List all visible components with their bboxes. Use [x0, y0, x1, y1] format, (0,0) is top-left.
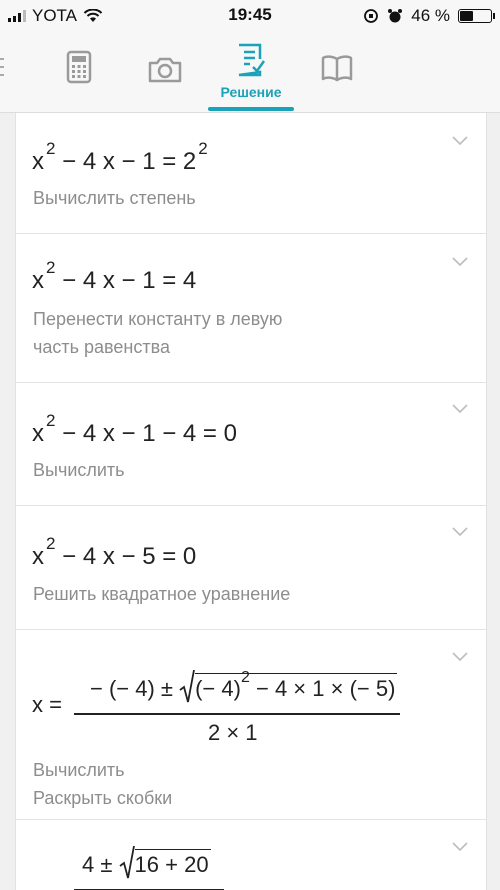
radicand: 16 + 20 [134, 849, 211, 877]
radicand-term: − 4 × 1 × (− 5) [249, 676, 396, 701]
calculator-icon[interactable] [66, 50, 92, 84]
step-equation: x2 − 4 x − 1 = 4 [32, 258, 197, 295]
chevron-down-icon[interactable] [452, 652, 468, 662]
step-description: Перенести константу в левую часть равенс… [33, 305, 282, 361]
eq-term: x [32, 543, 44, 570]
fraction-denominator: 2 × 1 [208, 720, 258, 745]
eq-exponent: 2 [46, 258, 56, 277]
battery-percent: 46 % [411, 6, 450, 25]
step-description-line: Раскрыть скобки [33, 788, 173, 808]
fraction-bar [74, 713, 400, 715]
solution-step-3[interactable]: x2 − 4 x − 1 − 4 = 0 Вычислить [16, 383, 486, 506]
chevron-down-icon[interactable] [452, 136, 468, 146]
battery-icon [458, 9, 495, 23]
step-equation: x2 − 4 x − 1 = 22 [32, 139, 208, 176]
solution-step-6[interactable]: x = 4 ± 16 + 20 [16, 820, 486, 890]
eq-exponent: 2 [46, 139, 56, 158]
step-equation: x2 − 4 x − 5 = 0 [32, 534, 197, 571]
menu-icon[interactable] [0, 58, 4, 82]
chevron-down-icon[interactable] [452, 404, 468, 414]
solution-icon[interactable] [236, 42, 266, 78]
active-tab-indicator [208, 107, 294, 111]
step-description: Решить квадратное уравнение [33, 584, 291, 604]
eq-exponent: 2 [46, 534, 56, 553]
step-description: Вычислить [33, 460, 125, 480]
book-icon[interactable] [320, 54, 354, 82]
step-description-line: часть равенства [33, 337, 170, 357]
radicand: (− 4)2 − 4 × 1 × (− 5) [195, 669, 398, 701]
tab-solution-label[interactable]: Решение [208, 84, 294, 100]
eq-term: − 4 x − 1 = 2 [55, 148, 197, 175]
numerator-term: 4 ± [82, 852, 119, 877]
eq-term: − 4 x − 5 = 0 [55, 543, 197, 570]
chevron-down-icon[interactable] [452, 257, 468, 267]
fraction-numerator: − (− 4) ± (− 4)2 − 4 × 1 × (− 5) [90, 669, 398, 704]
solution-step-4[interactable]: x2 − 4 x − 5 = 0 Решить квадратное уравн… [16, 506, 486, 630]
radicand-term: (− 4) [195, 676, 241, 701]
chevron-down-icon[interactable] [452, 842, 468, 852]
sqrt-icon [119, 845, 135, 879]
camera-icon[interactable] [147, 56, 183, 84]
eq-term: − 4 x − 1 − 4 = 0 [55, 420, 237, 447]
step-description-line: Вычислить [33, 760, 125, 780]
battery-level [460, 11, 473, 21]
step-equation: x2 − 4 x − 1 − 4 = 0 [32, 411, 237, 448]
orientation-lock-icon [364, 9, 379, 23]
top-navigation: Решение [0, 32, 500, 113]
eq-exponent: 2 [198, 139, 208, 158]
eq-term: − 4 x − 1 = 4 [55, 267, 197, 294]
solution-step-2[interactable]: x2 − 4 x − 1 = 4 Перенести константу в л… [16, 234, 486, 383]
alarm-icon [388, 9, 403, 23]
solution-steps: x2 − 4 x − 1 = 22 Вычислить степень x2 −… [15, 113, 487, 890]
step-description-line: Перенести константу в левую [33, 309, 283, 329]
step-lhs: x = [32, 692, 62, 717]
fraction-numerator: 4 ± 16 + 20 [82, 845, 211, 880]
eq-exponent: 2 [46, 411, 56, 430]
step-lhs: x = [32, 882, 62, 890]
eq-term: x [32, 267, 44, 294]
sqrt-icon [179, 669, 195, 703]
step-description: Вычислить степень [33, 188, 196, 208]
chevron-down-icon[interactable] [452, 527, 468, 537]
solution-step-5[interactable]: x = − (− 4) ± (− 4)2 − 4 × 1 × (− 5) 2 ×… [16, 630, 486, 820]
step-description: Вычислить Раскрыть скобки [33, 756, 172, 812]
solution-step-1[interactable]: x2 − 4 x − 1 = 22 Вычислить степень [16, 113, 486, 234]
numerator-term: − (− 4) ± [90, 676, 180, 701]
status-bar: YOTA 19:45 46 % [0, 0, 500, 32]
radicand-exponent: 2 [240, 668, 250, 686]
eq-term: x [32, 148, 44, 175]
eq-term: x [32, 420, 44, 447]
